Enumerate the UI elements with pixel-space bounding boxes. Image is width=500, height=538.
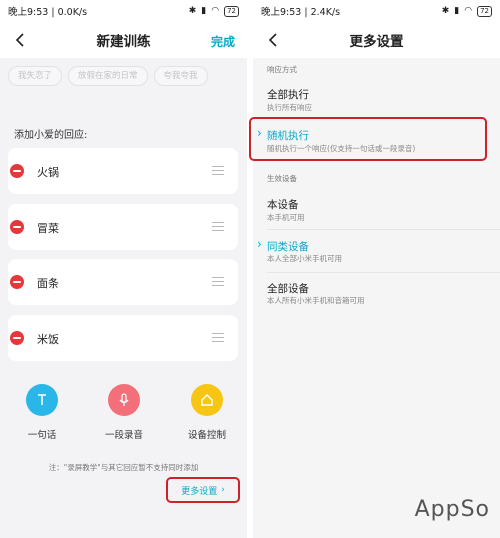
response-item[interactable]: 火锅: [8, 148, 238, 194]
response-label: 火锅: [37, 166, 59, 179]
bluetooth-icon: ✱: [441, 5, 450, 16]
action-label: 一段录音: [104, 430, 143, 441]
response-label: 冒菜: [37, 222, 59, 235]
option-subtitle: 本人所有小米手机和音箱可用: [267, 296, 365, 305]
option-execute-random[interactable]: › 随机执行 随机执行一个响应(仅支持一句话或一段录音): [253, 122, 500, 160]
page-title: 更多设置: [349, 34, 404, 50]
separator: [267, 272, 500, 273]
option-this-device[interactable]: 本设备 本手机可用: [253, 189, 500, 227]
drag-handle-icon[interactable]: [212, 333, 224, 343]
delete-response-icon[interactable]: [10, 331, 24, 345]
add-sentence-button[interactable]: 一句话: [12, 384, 72, 441]
status-time-speed: 晚上9:53 | 0.0K/s: [8, 7, 88, 18]
status-icons: ✱ ▮ ◠ 72: [441, 5, 492, 17]
more-settings-screen: 晚上9:53 | 2.4K/s ✱ ▮ ◠ 72 更多设置 响应方式 全部执行 …: [253, 0, 500, 538]
new-training-screen: 晚上9:53 | 0.0K/s ✱ ▮ ◠ 72 新建训练 完成 我失恋了 放假…: [0, 0, 247, 538]
signal-icon: ▮: [454, 5, 460, 16]
response-label: 米饭: [37, 333, 59, 346]
option-execute-all[interactable]: 全部执行 执行所有响应: [253, 78, 500, 118]
add-response-actions: 一句话 一段录音 设备控制: [0, 384, 247, 444]
suggestion-chip[interactable]: 我失恋了: [8, 66, 63, 86]
status-bar: 晚上9:53 | 0.0K/s ✱ ▮ ◠ 72: [0, 0, 247, 22]
add-recording-button[interactable]: 一段录音: [94, 384, 154, 441]
option-all-devices[interactable]: 全部设备 本人所有小米手机和音箱可用: [253, 274, 500, 314]
signal-icon: ▮: [201, 5, 207, 16]
chevron-right-icon: ›: [257, 126, 262, 140]
title-bar: 新建训练 完成: [0, 22, 247, 58]
option-title: 随机执行: [267, 130, 309, 142]
title-bar: 更多设置: [253, 22, 500, 58]
drag-handle-icon[interactable]: [212, 222, 224, 232]
battery-icon: 72: [224, 5, 239, 17]
delete-response-icon[interactable]: [10, 275, 24, 289]
page-title: 新建训练: [96, 34, 151, 50]
delete-response-icon[interactable]: [10, 220, 24, 234]
response-item[interactable]: 冒菜: [8, 204, 238, 250]
option-subtitle: 执行所有响应: [267, 103, 312, 112]
responses-section-label: 添加小爱的回应:: [14, 130, 88, 141]
action-label: 一句话: [27, 430, 57, 441]
option-subtitle: 本人全部小米手机可用: [267, 254, 342, 263]
status-bar: 晚上9:53 | 2.4K/s ✱ ▮ ◠ 72: [253, 0, 500, 22]
suggestion-chips: 我失恋了 放假在家的日常 夸我夸我: [0, 58, 247, 96]
separator: [267, 229, 500, 230]
response-item[interactable]: 米饭: [8, 315, 238, 361]
back-arrow-icon[interactable]: [12, 31, 30, 49]
bluetooth-icon: ✱: [188, 5, 197, 16]
more-settings-label: 更多设置: [181, 486, 218, 497]
drag-handle-icon[interactable]: [212, 166, 224, 176]
chevron-right-icon: ›: [221, 485, 225, 495]
status-time: 晚上9:53: [261, 7, 302, 18]
action-label: 设备控制: [187, 430, 226, 441]
option-title: 全部执行: [267, 89, 309, 101]
suggestion-chip[interactable]: 夸我夸我: [153, 66, 208, 86]
more-settings-button[interactable]: 更多设置 ›: [166, 477, 240, 503]
effective-devices-section-label: 生效设备: [267, 174, 297, 183]
wifi-icon: ◠: [464, 5, 473, 16]
back-arrow-icon[interactable]: [265, 31, 283, 49]
status-icons: ✱ ▮ ◠ 72: [188, 5, 239, 17]
done-button[interactable]: 完成: [211, 33, 235, 50]
chevron-right-icon: ›: [257, 237, 262, 251]
status-time-speed: 晚上9:53 | 2.4K/s: [261, 7, 341, 18]
status-speed: 2.4K/s: [310, 7, 341, 18]
text-icon: [26, 384, 58, 416]
option-subtitle: 本手机可用: [267, 213, 305, 222]
option-title: 同类设备: [267, 241, 309, 253]
status-time: 晚上9:53: [8, 7, 49, 18]
microphone-icon: [108, 384, 140, 416]
status-speed: 0.0K/s: [57, 7, 88, 18]
suggestion-chip[interactable]: 放假在家的日常: [68, 66, 148, 86]
option-title: 全部设备: [267, 283, 309, 295]
battery-icon: 72: [477, 5, 492, 17]
option-same-type-devices[interactable]: › 同类设备 本人全部小米手机可用: [253, 232, 500, 272]
option-title: 本设备: [267, 199, 299, 211]
delete-response-icon[interactable]: [10, 164, 24, 178]
home-icon: [191, 384, 223, 416]
drag-handle-icon[interactable]: [212, 277, 224, 287]
wifi-icon: ◠: [211, 5, 220, 16]
response-item[interactable]: 面条: [8, 259, 238, 305]
watermark-logo: AppSo: [414, 497, 490, 522]
note-text: 注："录屏教学"与其它回应暂不支持同时添加: [48, 463, 199, 472]
option-subtitle: 随机执行一个响应(仅支持一句话或一段录音): [267, 144, 416, 153]
response-mode-section-label: 响应方式: [267, 65, 297, 74]
response-label: 面条: [37, 277, 59, 290]
add-device-control-button[interactable]: 设备控制: [177, 384, 237, 441]
